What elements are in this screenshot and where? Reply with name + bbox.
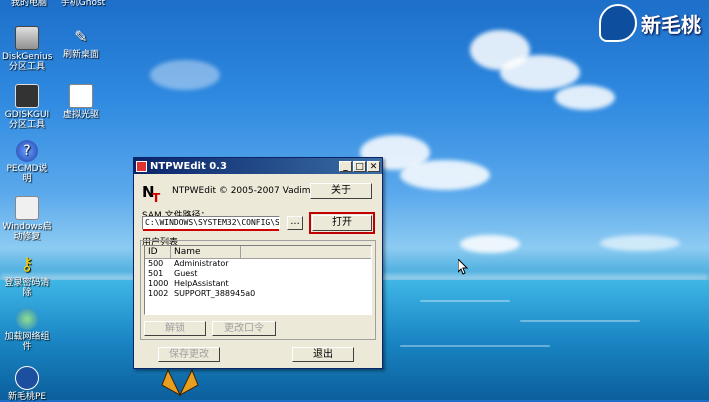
desktop-icon-ghost-label: 手机Ghost	[60, 0, 106, 8]
globe-icon	[16, 308, 38, 330]
desktop-icon-label: 刷新桌面	[62, 50, 99, 60]
desktop-icon-gdiskgui[interactable]: GDISKGUI分区工具	[2, 84, 52, 130]
open-button-highlight	[309, 212, 375, 234]
user-id: 500	[148, 259, 164, 268]
logo-text: 新毛桃	[641, 12, 701, 37]
desktop-icon-label: PECMD说明	[6, 164, 48, 184]
user-id: 1002	[148, 289, 169, 298]
user-list[interactable]: ID Name 500 Administrator 501 Guest 1000 He…	[144, 245, 372, 315]
disk-icon	[15, 26, 39, 50]
cd-icon	[69, 84, 93, 108]
desktop-icon-label: 虚拟光驱	[62, 110, 99, 120]
table-row[interactable]: 501 Guest	[145, 269, 371, 279]
cloud	[460, 235, 520, 253]
cloud	[400, 160, 490, 190]
title-bar[interactable]: NTPWEdit 0.3 _ □ ✕	[134, 158, 382, 174]
broom-icon: ✎	[74, 27, 88, 46]
user-name: Administrator	[174, 259, 229, 268]
sea-glint	[520, 320, 640, 322]
table-row[interactable]: 500 Administrator	[145, 259, 371, 269]
help-icon: ?	[16, 140, 38, 162]
desktop-icon-virtual-drive[interactable]: 虚拟光驱	[56, 84, 106, 120]
desktop-icon-label: GDISKGUI分区工具	[4, 110, 50, 130]
column-header-extra	[241, 246, 371, 258]
desktop-icon-label: 新毛桃PE	[7, 392, 47, 402]
unlock-button[interactable]: 解锁	[144, 321, 206, 336]
cloud	[555, 85, 615, 110]
browse-button[interactable]: ...	[287, 216, 303, 230]
peach-icon	[15, 366, 39, 390]
ntpwedit-window: NTPWEdit 0.3 _ □ ✕ N T NTPWEdit © 2005-2…	[133, 157, 383, 369]
save-changes-button[interactable]: 保存更改	[158, 347, 220, 362]
table-row[interactable]: 1000 HelpAssistant	[145, 279, 371, 289]
gear-disk-icon	[15, 84, 39, 108]
desktop-icon-password-clear[interactable]: ⚷ 登录密码清除	[2, 254, 52, 298]
cloud	[500, 55, 580, 90]
path-underline-highlight	[143, 229, 279, 231]
ntpw-logo-icon: N T	[141, 180, 163, 204]
app-icon	[136, 160, 147, 172]
maximize-button[interactable]: □	[353, 160, 366, 172]
exit-button[interactable]: 退出	[292, 347, 354, 362]
desktop-icon-refresh[interactable]: ✎ 刷新桌面	[56, 26, 106, 60]
cloud	[150, 60, 220, 90]
desktop-icon-label: 登录密码清除	[4, 278, 50, 298]
desktop-icon-diskgenius[interactable]: DiskGenius分区工具	[2, 26, 52, 72]
window-title: NTPWEdit 0.3	[150, 160, 227, 172]
about-button[interactable]: 关于	[310, 183, 372, 199]
column-header-id[interactable]: ID	[145, 246, 171, 258]
sea-glint	[420, 300, 510, 302]
key-icon: ⚷	[20, 254, 34, 275]
peach-logo-icon	[599, 4, 637, 42]
table-row[interactable]: 1002 SUPPORT_388945a0	[145, 289, 371, 299]
repair-icon	[15, 196, 39, 220]
desktop-icon-network[interactable]: 加载网络组件	[2, 308, 52, 352]
mouse-cursor-icon	[458, 259, 469, 275]
cloud	[600, 235, 680, 251]
minimize-button[interactable]: _	[339, 160, 352, 172]
sam-path-input[interactable]: C:\WINDOWS\SYSTEM32\CONFIG\SAM	[142, 216, 280, 230]
user-id: 1000	[148, 279, 169, 288]
desktop-icon-my-computer-label: 我的电脑	[10, 0, 47, 8]
list-header: ID Name	[145, 246, 371, 259]
user-name: HelpAssistant	[174, 279, 229, 288]
desktop-icon-label: 加载网络组件	[4, 332, 50, 352]
brand-logo: 新毛桃	[599, 4, 701, 42]
butterfly-decoration	[161, 368, 199, 397]
user-name: SUPPORT_388945a0	[174, 289, 256, 298]
change-password-button[interactable]: 更改口令	[212, 321, 276, 336]
desktop-icon-label: DiskGenius分区工具	[2, 52, 53, 72]
desktop-icon-pe[interactable]: 新毛桃PE	[2, 366, 52, 402]
desktop-icon-label: Windows启动修复	[2, 222, 52, 242]
sea-glint	[400, 345, 550, 347]
user-id: 501	[148, 269, 164, 278]
svg-text:T: T	[152, 191, 161, 204]
desktop-icon-pecmd[interactable]: ? PECMD说明	[2, 140, 52, 184]
desktop-icon-windows-repair[interactable]: Windows启动修复	[2, 196, 52, 242]
column-header-name[interactable]: Name	[171, 246, 241, 258]
close-button[interactable]: ✕	[367, 160, 380, 172]
user-name: Guest	[174, 269, 198, 278]
